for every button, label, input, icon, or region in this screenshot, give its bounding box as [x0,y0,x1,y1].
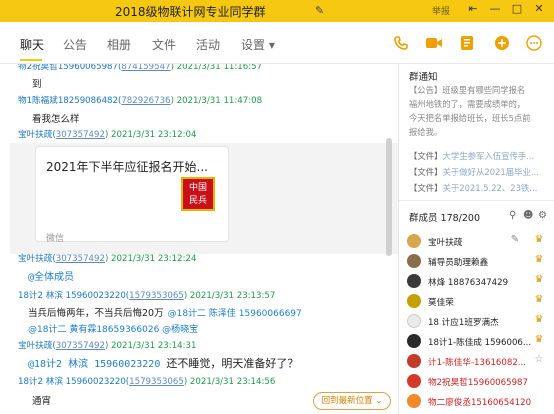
member-item[interactable]: 物二廖俊丞15160654120 [407,393,553,411]
minimize-button[interactable]: — [488,2,502,15]
more-icon[interactable] [525,34,543,52]
member-item[interactable]: 宝叶扶疏 ✎ ♛ [407,233,553,251]
active-tab-indicator [20,59,42,61]
admin-badge-icon: ♛ [534,294,544,305]
admin-badge-icon: ♛ [534,254,544,265]
video-icon[interactable] [425,34,443,52]
notice-line[interactable]: 今天把名单报给班长，班长5点前 [409,111,549,125]
report-link[interactable]: 举报 [432,4,450,17]
search-icon[interactable]: ⚲ [509,210,516,221]
members-title: 群成员 178/200 [409,213,480,224]
member-item[interactable]: 物2祝昊哲15960065987 [407,373,553,391]
qq-link[interactable]: 307357492 [56,130,105,140]
message-sender: 物1陈福斌18259086482(782926736) 2021/3/31 11… [18,96,263,106]
qq-link[interactable]: 874159547 [121,64,170,72]
edit-icon[interactable]: ✎ [509,234,521,247]
admin-badge-icon: ♛ [534,274,544,285]
avatar [407,354,421,368]
notice-line[interactable]: 福州地铁的了，需要成绩单的， [409,97,549,111]
add-icon[interactable] [493,34,511,52]
tab-bar: 聊天 公告 相册 文件 活动 设置 ▾ [0,22,554,64]
title-bar: 2018级物联计网专业同学群 ✎ 举报 ⇤ — □ ✕ [0,0,554,22]
card-title: 2021年下半年应征报名开始... [46,160,208,174]
card-source: 微信 [46,234,65,244]
tab-chat[interactable]: 聊天 [20,36,44,53]
militia-logo: 中国 民兵 [181,177,215,211]
notice-line[interactable]: 【公告】班级里有哪些同学报名 [409,83,549,97]
notice-line[interactable]: 报给我。 [409,125,549,139]
member-item[interactable]: 莫佳荣 ♛ [407,293,553,311]
avatar [407,294,421,308]
owner-badge-icon: ♛ [534,234,544,245]
message-sender: 宝叶扶疏(307357492) 2021/3/31 23:12:04 [18,130,197,140]
message-text: 看我怎么样 [32,114,80,125]
tab-settings[interactable]: 设置 ▾ [241,36,275,53]
qq-link[interactable]: 782926736 [121,96,170,106]
tab-activity[interactable]: 活动 [196,36,220,53]
tab-announcement[interactable]: 公告 [63,36,87,53]
settings-icon[interactable]: ⚙ [538,210,547,221]
notice-title: 群通知 [409,72,438,83]
file-item[interactable]: 【文件】关于做好从2021届毕业... [409,166,539,178]
edit-title-icon[interactable]: ✎ [315,4,324,17]
file-item[interactable]: 【文件】关于2021.5.22、23铁... [409,182,537,194]
avatar [407,394,421,408]
divider [399,200,554,201]
admin-badge-icon: ♛ [534,334,544,345]
avatar [407,234,421,248]
star-icon: ☆ [534,354,544,365]
file-item[interactable]: 【文件】大学生参军入伍宣传手... [409,150,534,162]
pin-icon[interactable]: ⇤ [466,2,480,15]
add-member-icon[interactable]: ☻ [523,210,533,221]
member-item[interactable]: 18计1-陈佳成 1596006... ♛ [407,333,553,351]
avatar [407,314,421,328]
close-button[interactable]: ✕ [532,2,546,15]
group-title: 2018级物联计网专业同学群 [115,5,266,19]
tab-files[interactable]: 文件 [152,36,176,53]
member-item[interactable]: 辅导员助理赖鑫 ♛ [407,253,553,271]
avatar [407,274,421,288]
chat-scrollbar[interactable] [386,138,392,256]
right-panel: 群通知 【公告】班级里有哪些同学报名 福州地铁的了，需要成绩单的， 今天把名单报… [398,64,554,414]
tab-album[interactable]: 相册 [107,36,131,53]
message-text: 到 [32,79,42,90]
avatar [407,374,421,388]
maximize-button[interactable]: □ [510,2,524,15]
message-sender: 物2祝昊哲15960065987(874159547) 2021/3/31 11… [18,64,263,72]
jump-to-latest-button[interactable]: 回到最新位置 ⌄ [313,392,391,410]
apps-icon[interactable] [458,34,476,52]
member-item[interactable]: 林烽 18876347429 ♛ [407,273,553,291]
phone-icon[interactable] [392,34,410,52]
member-item[interactable]: 计1-陈佳华-13616082... ☆ [407,353,553,371]
member-item[interactable]: 18 计应1班罗满杰 ♛ [407,313,553,331]
avatar [407,334,421,348]
avatar [407,254,421,268]
share-card[interactable]: 2021年下半年应征报名开始... 中国 民兵 微信 [35,146,229,244]
admin-badge-icon: ♛ [534,314,544,325]
